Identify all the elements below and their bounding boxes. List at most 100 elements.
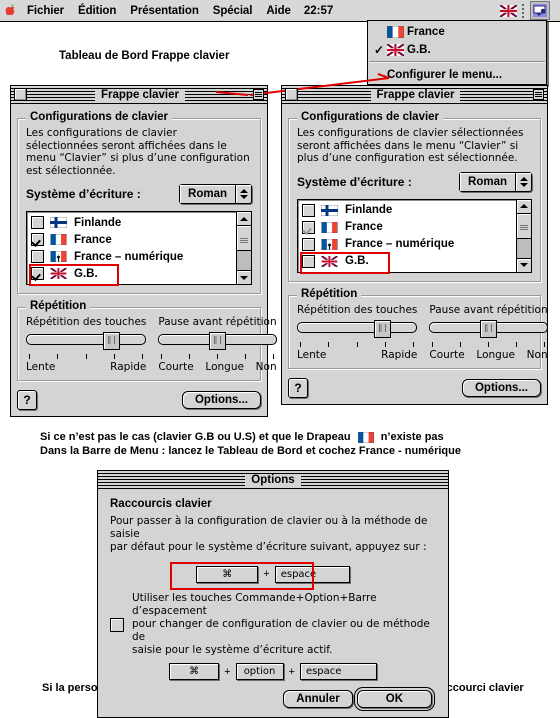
popup-menu-item-france[interactable]: France xyxy=(368,23,546,41)
script-system-select[interactable]: Roman xyxy=(179,184,252,204)
layout-checkbox[interactable] xyxy=(302,220,315,234)
menu-item-special[interactable]: Spécial xyxy=(206,5,260,17)
options-button[interactable]: Options... xyxy=(461,378,541,397)
window-frappe-clavier-left[interactable]: Frappe clavier Configurations de clavier… xyxy=(10,85,277,417)
layout-checkbox[interactable] xyxy=(302,237,315,251)
scrollbar-thumb[interactable] xyxy=(237,226,251,251)
slider-end-labels: Courte Longue Non xyxy=(158,361,276,373)
layout-checkbox[interactable] xyxy=(302,203,315,217)
apple-logo-icon[interactable] xyxy=(2,3,20,19)
keyboard-layout-list[interactable]: Finlande France France – numérique G.B. xyxy=(297,198,532,274)
group-description: Les configurations de clavier sélectionn… xyxy=(26,127,250,177)
enable-shortcut-checkbox[interactable] xyxy=(110,617,124,632)
scroll-down-button-icon[interactable] xyxy=(517,257,531,272)
help-button-label: ? xyxy=(294,380,302,395)
delay-label: Pause avant répétition xyxy=(158,316,277,328)
fr-flag-icon xyxy=(387,26,407,38)
delay-slider-col: Pause avant répétition Courte Longue Non xyxy=(429,303,548,361)
option-checkbox-row[interactable]: Utiliser les touches Commande+Option+Bar… xyxy=(110,592,436,657)
scrollbar-thumb[interactable] xyxy=(517,213,531,239)
options-button[interactable]: Options... xyxy=(181,391,261,409)
title-bar[interactable]: Frappe clavier xyxy=(282,86,547,104)
command-key-cap[interactable]: ⌘ xyxy=(169,663,220,680)
list-item[interactable]: G.B. xyxy=(31,265,236,282)
menu-item-edition[interactable]: Édition xyxy=(71,5,123,17)
keyboard-layout-list[interactable]: Finlande France France – numérique G.B. xyxy=(26,211,252,286)
chevron-updown-icon[interactable] xyxy=(235,185,251,203)
caption-middle-line1-text: Si ce n’est pas le cas (clavier G.B ou U… xyxy=(40,431,351,443)
command-key-cap[interactable]: ⌘ xyxy=(196,565,259,583)
scrollbar-track[interactable] xyxy=(237,226,251,270)
title-bar[interactable]: Frappe clavier xyxy=(11,86,267,104)
list-scrollbar[interactable] xyxy=(236,212,251,284)
slider-thumb[interactable] xyxy=(209,332,227,350)
layout-checkbox[interactable] xyxy=(31,267,44,280)
slider-thumb[interactable] xyxy=(480,319,498,338)
popup-menu-item-configure[interactable]: Configurer le menu... xyxy=(368,65,546,84)
option-checkbox-label: Utiliser les touches Commande+Option+Bar… xyxy=(132,592,436,657)
popup-menu-item-label: Configurer le menu... xyxy=(387,68,503,81)
delay-slider[interactable] xyxy=(429,319,548,338)
fr-num-flag-icon xyxy=(50,251,68,262)
script-system-select[interactable]: Roman xyxy=(459,171,532,192)
layout-checkbox[interactable] xyxy=(31,216,44,229)
help-button-icon[interactable]: ? xyxy=(17,390,37,410)
popup-menu-item-gb[interactable]: ✓ G.B. xyxy=(368,41,546,59)
collapse-box-icon[interactable] xyxy=(252,89,264,100)
cancel-button[interactable]: Annuler xyxy=(283,690,353,708)
list-item[interactable]: G.B. xyxy=(302,253,516,270)
cb-line1: Utiliser les touches Commande+Option+Bar… xyxy=(132,592,377,617)
layout-checkbox[interactable] xyxy=(302,254,315,268)
uk-flag-icon[interactable] xyxy=(500,4,517,17)
screenshot-root: Fichier Édition Présentation Spécial Aid… xyxy=(0,0,560,718)
collapse-box-icon[interactable] xyxy=(532,89,544,100)
group-title: Configurations de clavier xyxy=(26,111,173,123)
group-title: Répétition xyxy=(297,287,362,300)
delay-slider[interactable] xyxy=(158,332,277,350)
group-description: Les configurations de clavier sélectionn… xyxy=(297,127,524,164)
window-frappe-clavier-right[interactable]: Frappe clavier Configurations de clavier… xyxy=(281,85,548,405)
scroll-up-button-icon[interactable] xyxy=(517,200,531,214)
help-button-icon[interactable]: ? xyxy=(288,377,308,398)
dialog-body: Raccourcis clavier Pour passer à la conf… xyxy=(98,489,448,717)
list-item[interactable]: France – numérique xyxy=(31,248,236,265)
scroll-down-button-icon[interactable] xyxy=(237,270,251,284)
cb-line3: saisie pour le système d’écriture actif. xyxy=(132,644,333,656)
checkmark-icon: ✓ xyxy=(374,43,385,57)
list-item[interactable]: France xyxy=(302,219,516,236)
layout-checkbox[interactable] xyxy=(31,250,44,263)
menu-item-aide[interactable]: Aide xyxy=(259,5,298,17)
plus-sign: + xyxy=(263,568,270,580)
key-repeat-label: Répétition des touches xyxy=(297,303,418,316)
list-item[interactable]: Finlande xyxy=(31,214,236,231)
space-key-cap[interactable]: espace xyxy=(274,565,350,583)
key-repeat-slider[interactable] xyxy=(26,332,147,350)
delay-slider-col: Pause avant répétition Courte Longue Non xyxy=(158,316,277,373)
menu-item-fichier[interactable]: Fichier xyxy=(20,5,71,17)
slider-thumb[interactable] xyxy=(373,319,391,338)
delay-label: Pause avant répétition xyxy=(429,303,548,316)
dialog-options[interactable]: Options Raccourcis clavier Pour passer à… xyxy=(97,470,449,718)
list-scrollbar[interactable] xyxy=(516,199,531,272)
close-box-icon[interactable] xyxy=(285,88,298,101)
scroll-up-button-icon[interactable] xyxy=(237,212,251,226)
window-body: Configurations de clavier Les configurat… xyxy=(11,104,277,416)
chevron-updown-icon[interactable] xyxy=(515,172,531,191)
layout-checkbox[interactable] xyxy=(31,233,44,246)
space-key-cap[interactable]: espace xyxy=(299,663,377,680)
menu-bar-clock[interactable]: 22:57 xyxy=(298,5,339,17)
key-repeat-slider[interactable] xyxy=(297,319,418,338)
window-body: Configurations de clavier Les configurat… xyxy=(282,104,548,404)
keyboard-popup-menu[interactable]: France ✓ G.B. Configurer le menu... xyxy=(367,20,547,85)
menu-item-presentation[interactable]: Présentation xyxy=(123,5,205,17)
slider-thumb[interactable] xyxy=(102,332,120,350)
keyboard-menu-icon[interactable] xyxy=(530,1,550,20)
list-item[interactable]: Finlande xyxy=(302,202,516,219)
option-key-cap[interactable]: option xyxy=(235,663,284,680)
list-item[interactable]: France xyxy=(31,231,236,248)
ok-button[interactable]: OK xyxy=(356,690,432,708)
title-bar[interactable]: Options xyxy=(98,471,448,489)
list-item[interactable]: France – numérique xyxy=(302,236,516,253)
scrollbar-track[interactable] xyxy=(517,213,531,258)
close-box-icon[interactable] xyxy=(14,88,27,101)
